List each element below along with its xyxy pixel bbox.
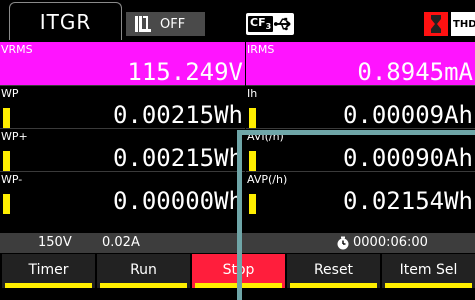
- panel-irms[interactable]: IRMS 0.8945mA: [246, 42, 475, 86]
- wp-label: WP: [1, 87, 19, 100]
- avp-label: AVP(/h): [247, 173, 288, 186]
- avi-level-bar: [249, 151, 256, 171]
- reset-button[interactable]: Reset: [287, 254, 380, 288]
- wp-minus-value: 0.00000Wh: [112, 187, 243, 215]
- crest-factor-icon: CF3: [246, 13, 294, 35]
- panel-avi[interactable]: AVI(/h) 0.00090Ah: [246, 128, 475, 172]
- ih-value: 0.00009Ah: [342, 101, 473, 129]
- crest-factor-label: CF3: [248, 16, 274, 32]
- usb-icon: [274, 17, 291, 31]
- item-select-button[interactable]: Item Sel: [382, 254, 475, 288]
- mode-tab[interactable]: ITGR: [9, 2, 122, 40]
- avp-level-bar: [249, 194, 256, 214]
- irms-label: IRMS: [247, 43, 275, 56]
- wp-minus-level-bar: [3, 194, 10, 214]
- wp-plus-label: WP+: [1, 130, 28, 143]
- timer-button[interactable]: Timer: [2, 254, 95, 288]
- avi-value: 0.00090Ah: [342, 144, 473, 172]
- softkey-bar: Timer Run Stop Reset Item Sel: [0, 253, 475, 288]
- avp-value: 0.02154Wh: [342, 187, 473, 215]
- panel-ih[interactable]: Ih 0.00009Ah: [246, 85, 475, 129]
- avi-label: AVI(/h): [247, 130, 284, 143]
- vrms-value: 115.249V: [127, 58, 243, 86]
- run-button[interactable]: Run: [97, 254, 190, 288]
- panel-wp[interactable]: WP 0.00215Wh: [0, 85, 245, 129]
- wp-value: 0.00215Wh: [112, 101, 243, 129]
- wp-level-bar: [3, 108, 10, 128]
- thd-icon: THD: [451, 12, 475, 36]
- voltage-range: 150V: [38, 235, 72, 250]
- ih-label: Ih: [247, 87, 258, 100]
- wp-plus-value: 0.00215Wh: [112, 144, 243, 172]
- range-icon: [135, 16, 151, 32]
- status-row: 150V 0.02A 0000:06:00: [0, 233, 475, 253]
- wp-plus-level-bar: [3, 151, 10, 171]
- elapsed-time: 0000:06:00: [353, 235, 428, 250]
- mode-label: ITGR: [39, 9, 92, 34]
- vrms-label: VRMS: [1, 43, 33, 56]
- hourglass-icon: [424, 12, 448, 36]
- panel-wp-minus[interactable]: WP- 0.00000Wh: [0, 171, 245, 215]
- panel-wp-plus[interactable]: WP+ 0.00215Wh: [0, 128, 245, 172]
- ih-level-bar: [249, 108, 256, 128]
- current-range: 0.02A: [102, 235, 140, 250]
- top-bar: ITGR OFF CF3 THD: [0, 0, 475, 42]
- range-status-box[interactable]: OFF: [126, 12, 205, 36]
- wp-minus-label: WP-: [1, 173, 23, 186]
- stop-button[interactable]: Stop: [192, 254, 285, 288]
- panel-vrms[interactable]: VRMS 115.249V: [0, 42, 245, 86]
- range-status-text: OFF: [160, 16, 186, 32]
- stopwatch-icon: [337, 236, 349, 250]
- panel-avp[interactable]: AVP(/h) 0.02154Wh: [246, 171, 475, 215]
- irms-value: 0.8945mA: [357, 58, 473, 86]
